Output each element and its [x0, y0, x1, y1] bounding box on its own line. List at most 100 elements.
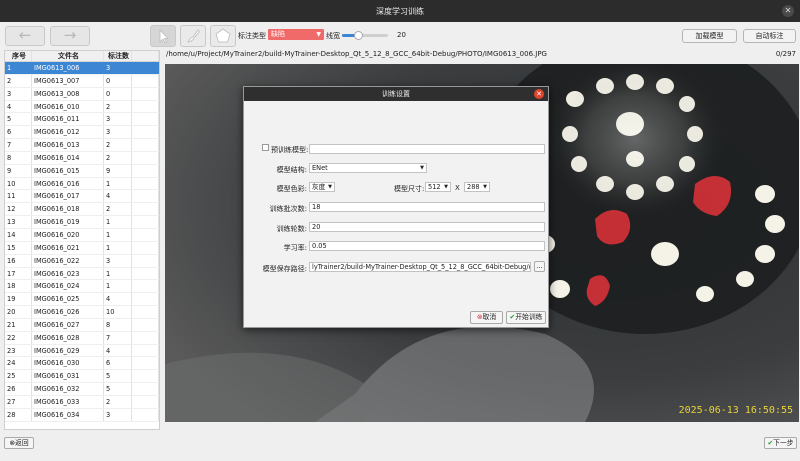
size-height-select[interactable]: 288 ▼ [464, 182, 490, 192]
color-value: 灰度 [312, 183, 326, 191]
cell-index: 16 [5, 254, 32, 267]
color-select[interactable]: 灰度 ▼ [309, 182, 335, 192]
cancel-button[interactable]: ⊗取消 [470, 311, 503, 324]
cell-filename: IMG0616_012 [32, 126, 104, 139]
table-row[interactable]: 12 IMG0616_018 2 [5, 203, 159, 217]
epochs-input[interactable]: 20 [309, 222, 545, 232]
table-row[interactable]: 8 IMG0616_014 2 [5, 151, 159, 165]
cell-annotation-count: 3 [104, 113, 132, 126]
cell-filename: IMG0613_008 [32, 87, 104, 100]
table-row[interactable]: 9 IMG0616_015 9 [5, 164, 159, 178]
cell-annotation-count: 5 [104, 383, 132, 395]
table-row[interactable]: 5 IMG0616_011 3 [5, 113, 159, 127]
line-width-slider[interactable] [342, 31, 388, 40]
cell-index: 22 [5, 331, 32, 344]
page-count: 0/297 [775, 50, 796, 58]
cell-filename: IMG0616_014 [32, 151, 104, 164]
cursor-tool-button[interactable] [150, 25, 176, 47]
table-row[interactable]: 16 IMG0616_022 3 [5, 254, 159, 268]
cell-annotation-count: 3 [104, 62, 132, 74]
browse-button[interactable]: ... [534, 261, 545, 272]
cell-index: 13 [5, 216, 32, 228]
structure-label: 模型结构: [276, 166, 307, 174]
table-row[interactable]: 14 IMG0616_020 1 [5, 228, 159, 242]
cell-index: 10 [5, 177, 32, 190]
cell-index: 18 [5, 280, 32, 293]
table-row[interactable]: 22 IMG0616_028 7 [5, 331, 159, 345]
table-row[interactable]: 13 IMG0616_019 1 [5, 216, 159, 229]
table-row[interactable]: 26 IMG0616_032 5 [5, 383, 159, 396]
next-step-button[interactable]: ✔下一步 [764, 437, 797, 449]
size-height-value: 288 [467, 183, 480, 191]
cell-filename: IMG0616_022 [32, 254, 104, 267]
epochs-label: 训练轮数: [276, 225, 307, 233]
annotation-type-select[interactable]: 缺陷 ▼ [268, 29, 324, 40]
save-path-input[interactable]: lyTrainer2/build-MyTrainer-Desktop_Qt_5_… [309, 262, 531, 272]
table-row[interactable]: 18 IMG0616_024 1 [5, 280, 159, 294]
window-titlebar: 深度学习训练 ✕ [0, 0, 800, 22]
back-arrow-button[interactable]: ← [5, 26, 45, 46]
dialog-close-button[interactable]: ✕ [534, 89, 544, 99]
cell-filename: IMG0616_030 [32, 357, 104, 370]
structure-value: ENet [312, 164, 328, 172]
cell-annotation-count: 2 [104, 139, 132, 151]
window-close-button[interactable]: ✕ [782, 5, 794, 17]
annotation-type-value: 缺陷 [271, 30, 285, 38]
batch-label: 训练批次数: [269, 205, 307, 213]
table-row[interactable]: 21 IMG0616_027 8 [5, 318, 159, 332]
cell-filename: IMG0616_026 [32, 306, 104, 318]
brush-tool-button[interactable] [180, 25, 206, 47]
cell-index: 24 [5, 357, 32, 370]
back-button[interactable]: ⊗返回 [4, 437, 34, 449]
pretrained-input[interactable] [309, 144, 545, 154]
forward-arrow-button[interactable]: → [50, 26, 90, 46]
table-row[interactable]: 28 IMG0616_034 3 [5, 408, 159, 422]
learning-rate-input[interactable]: 0.05 [309, 241, 545, 251]
cell-filename: IMG0616_032 [32, 383, 104, 395]
cell-filename: IMG0616_029 [32, 344, 104, 357]
header-index[interactable]: 序号 [5, 51, 32, 61]
pretrained-checkbox[interactable] [262, 144, 269, 151]
header-annotation-count[interactable]: 标注数 [104, 51, 132, 61]
table-row[interactable]: 4 IMG0616_010 2 [5, 100, 159, 114]
table-row[interactable]: 10 IMG0616_016 1 [5, 177, 159, 191]
back-label: 返回 [15, 439, 29, 447]
auto-annotate-button[interactable]: 自动标注 [743, 29, 796, 43]
table-row[interactable]: 3 IMG0613_008 0 [5, 87, 159, 101]
line-width-slider-handle[interactable] [354, 31, 364, 40]
cell-filename: IMG0616_011 [32, 113, 104, 126]
table-row[interactable]: 23 IMG0616_029 4 [5, 344, 159, 358]
table-row[interactable]: 6 IMG0616_012 3 [5, 126, 159, 140]
table-row[interactable]: 24 IMG0616_030 6 [5, 357, 159, 371]
cell-filename: IMG0616_019 [32, 216, 104, 228]
table-row[interactable]: 19 IMG0616_025 4 [5, 293, 159, 307]
start-training-button[interactable]: ✔开始训练 [506, 311, 546, 324]
table-row[interactable]: 11 IMG0616_017 4 [5, 190, 159, 204]
cell-filename: IMG0616_023 [32, 267, 104, 280]
table-row[interactable]: 1 IMG0613_006 3 [5, 62, 159, 75]
table-row[interactable]: 2 IMG0613_007 0 [5, 74, 159, 88]
polygon-icon [215, 28, 231, 43]
cell-filename: IMG0616_015 [32, 164, 104, 177]
cell-index: 26 [5, 383, 32, 395]
cell-annotation-count: 4 [104, 344, 132, 357]
cell-filename: IMG0616_017 [32, 190, 104, 203]
next-step-label: 下一步 [773, 439, 794, 447]
cell-index: 20 [5, 306, 32, 318]
batch-input[interactable]: 18 [309, 202, 545, 212]
table-row[interactable]: 27 IMG0616_033 2 [5, 395, 159, 409]
table-row[interactable]: 7 IMG0616_013 2 [5, 139, 159, 152]
table-row[interactable]: 25 IMG0616_031 5 [5, 370, 159, 384]
size-width-select[interactable]: 512 ▼ [425, 182, 451, 192]
cell-filename: IMG0616_016 [32, 177, 104, 190]
table-row[interactable]: 15 IMG0616_021 1 [5, 241, 159, 255]
window-title: 深度学习训练 [376, 6, 424, 16]
structure-select[interactable]: ENet ▼ [309, 163, 427, 173]
header-filename[interactable]: 文件名 [32, 51, 104, 61]
cell-index: 5 [5, 113, 32, 126]
table-row[interactable]: 17 IMG0616_023 1 [5, 267, 159, 281]
cell-index: 14 [5, 228, 32, 241]
load-model-button[interactable]: 加载模型 [682, 29, 737, 43]
table-row[interactable]: 20 IMG0616_026 10 [5, 306, 159, 319]
polygon-tool-button[interactable] [210, 25, 236, 47]
